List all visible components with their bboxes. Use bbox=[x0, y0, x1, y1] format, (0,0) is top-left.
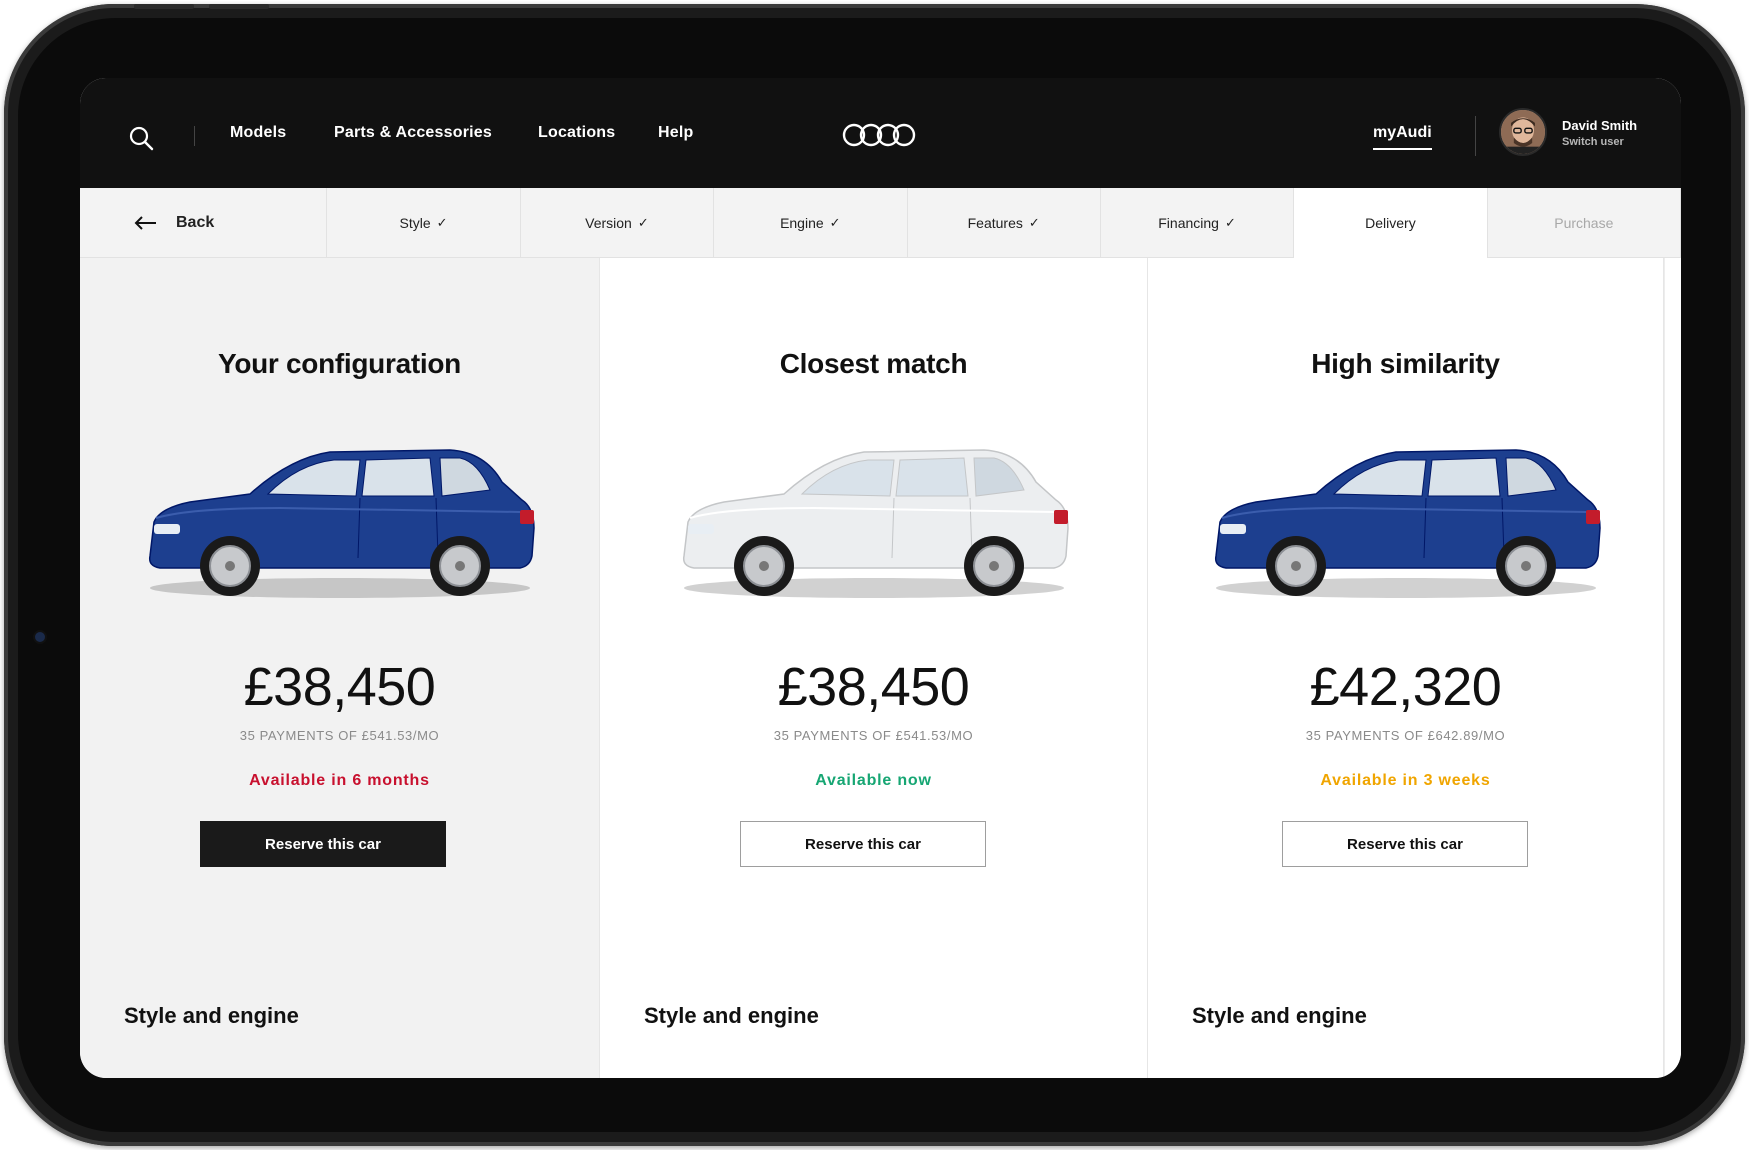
back-label: Back bbox=[176, 214, 215, 231]
nav-item-help[interactable]: Help bbox=[658, 124, 693, 142]
nav-divider bbox=[194, 126, 195, 146]
reserve-button[interactable]: Reserve this car bbox=[740, 821, 986, 867]
step-label: Features bbox=[967, 215, 1023, 231]
step-features[interactable]: Features ✓ bbox=[908, 188, 1101, 258]
configurator-steps: Back Style ✓ Version ✓ Engine ✓ Features ✓ F… bbox=[80, 188, 1681, 258]
availability-status: Available in 3 weeks bbox=[1320, 772, 1491, 789]
monthly-payments: 35 PAYMENTS OF £541.53/MO bbox=[773, 728, 974, 743]
step-version[interactable]: Version ✓ bbox=[521, 188, 715, 258]
power-button bbox=[209, 4, 269, 9]
user-avatar-icon bbox=[1501, 110, 1545, 154]
car-image bbox=[1214, 449, 1601, 598]
step-delivery[interactable]: Delivery bbox=[1294, 188, 1488, 258]
nav-item-models[interactable]: Models bbox=[230, 124, 286, 142]
step-financing[interactable]: Financing ✓ bbox=[1101, 188, 1295, 258]
card-your-configuration: Your configuration £38,450 35 PAYMENTS O… bbox=[80, 258, 600, 1078]
section-title: Style and engine bbox=[124, 1003, 299, 1028]
step-label: Financing bbox=[1158, 215, 1219, 231]
app-screen: Models Parts & Accessories Locations Hel… bbox=[80, 78, 1681, 1078]
step-label: Purchase bbox=[1554, 215, 1614, 231]
check-icon: ✓ bbox=[436, 215, 448, 230]
reserve-button[interactable]: Reserve this car bbox=[200, 821, 446, 867]
step-label: Style bbox=[399, 215, 431, 231]
price: £38,450 bbox=[777, 657, 970, 717]
monthly-payments: 35 PAYMENTS OF £541.53/MO bbox=[239, 728, 440, 743]
myaudi-link[interactable]: myAudi bbox=[1373, 124, 1432, 150]
step-engine[interactable]: Engine ✓ bbox=[714, 188, 908, 258]
search-icon[interactable] bbox=[128, 125, 154, 151]
reserve-button[interactable]: Reserve this car bbox=[1282, 821, 1528, 867]
card-title: Closest match bbox=[779, 348, 968, 379]
avatar[interactable] bbox=[1499, 108, 1547, 156]
check-icon: ✓ bbox=[637, 215, 649, 230]
switch-user-link[interactable]: Switch user bbox=[1562, 136, 1624, 148]
check-icon: ✓ bbox=[1028, 215, 1040, 230]
comparison-columns: Your configuration £38,450 35 PAYMENTS O… bbox=[80, 258, 1681, 1078]
nav-item-locations[interactable]: Locations bbox=[538, 124, 615, 142]
card-high-similarity: High similarity £42,320 35 PAYMENTS OF £… bbox=[1148, 258, 1664, 1078]
price: £38,450 bbox=[243, 657, 436, 717]
car-image bbox=[148, 449, 535, 598]
card-closest-match: Closest match £38,450 35 PAYMENTS OF £54… bbox=[600, 258, 1148, 1078]
availability-status: Available now bbox=[815, 772, 932, 789]
section-title: Style and engine bbox=[644, 1003, 819, 1028]
tablet-frame: Models Parts & Accessories Locations Hel… bbox=[4, 4, 1745, 1146]
user-name: David Smith bbox=[1562, 118, 1638, 133]
car-image bbox=[682, 449, 1069, 598]
availability-status: Available in 6 months bbox=[249, 772, 430, 789]
check-icon: ✓ bbox=[829, 215, 841, 230]
card-title: High similarity bbox=[1311, 348, 1500, 379]
scrollbar[interactable] bbox=[1664, 258, 1681, 1078]
step-purchase: Purchase bbox=[1488, 188, 1681, 258]
user-divider bbox=[1475, 116, 1476, 156]
step-label: Delivery bbox=[1365, 215, 1416, 231]
check-icon: ✓ bbox=[1224, 215, 1236, 230]
monthly-payments: 35 PAYMENTS OF £642.89/MO bbox=[1305, 728, 1506, 743]
price: £42,320 bbox=[1309, 657, 1502, 717]
step-label: Engine bbox=[780, 215, 824, 231]
audi-rings-logo-icon[interactable] bbox=[842, 122, 916, 148]
arrow-left-icon bbox=[134, 216, 156, 230]
camera-dot bbox=[35, 632, 45, 642]
card-title: Your configuration bbox=[218, 348, 461, 379]
back-button[interactable]: Back bbox=[80, 188, 328, 258]
nav-item-parts-accessories[interactable]: Parts & Accessories bbox=[334, 124, 492, 142]
step-label: Version bbox=[585, 215, 632, 231]
section-title: Style and engine bbox=[1192, 1003, 1367, 1028]
top-navigation: Models Parts & Accessories Locations Hel… bbox=[80, 78, 1681, 188]
step-style[interactable]: Style ✓ bbox=[327, 188, 521, 258]
volume-button bbox=[134, 4, 194, 9]
